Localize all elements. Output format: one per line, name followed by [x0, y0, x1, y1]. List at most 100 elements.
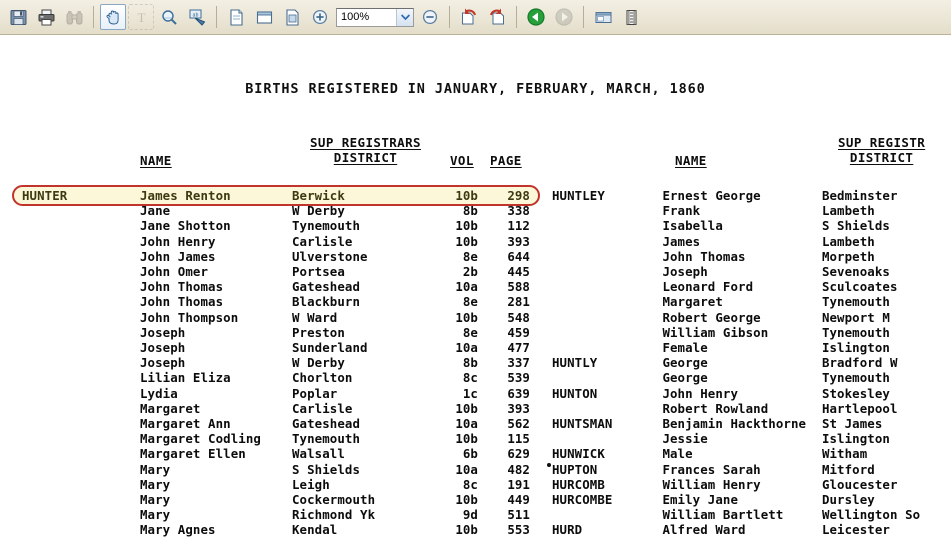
- table-row[interactable]: Margaret Ann Gateshead 10a 562: [22, 416, 530, 431]
- record-surname: [22, 234, 140, 249]
- zoom-in-button[interactable]: [307, 4, 333, 30]
- table-row[interactable]: John Omer Portsea 2b 445: [22, 264, 530, 279]
- print-icon: [38, 9, 54, 25]
- table-row[interactable]: Margaret Codling Tynemouth 10b 115: [22, 431, 530, 446]
- table-row[interactable]: Mary S Shields 10a 482: [22, 462, 530, 477]
- record-name: James: [662, 233, 701, 249]
- table-row[interactable]: HUNTLY George Bradford W: [552, 355, 951, 370]
- table-row[interactable]: Isabella S Shields: [552, 218, 951, 233]
- toolbar-group-rotate: [455, 0, 511, 34]
- table-row[interactable]: Joseph W Derby 8b 337: [22, 355, 530, 370]
- find-button[interactable]: [61, 4, 87, 30]
- zoom-level-select[interactable]: 100%: [336, 7, 414, 27]
- document-page[interactable]: BIRTHS REGISTERED IN JANUARY, FEBRUARY, …: [0, 35, 951, 539]
- table-row[interactable]: HURCOMB William Henry Gloucester: [552, 477, 951, 492]
- table-row[interactable]: Frank Lambeth: [552, 203, 951, 218]
- toolbar-separator: [516, 6, 517, 28]
- zoom-out-button[interactable]: [417, 4, 443, 30]
- record-district: Portsea: [292, 264, 345, 280]
- table-row[interactable]: Margaret Carlisle 10b 393: [22, 401, 530, 416]
- record-surname: [552, 294, 662, 309]
- table-row[interactable]: William Bartlett Wellington So: [552, 507, 951, 522]
- table-row[interactable]: Joseph Sevenoaks: [552, 264, 951, 279]
- table-row[interactable]: HUNTSMAN Benjamin Hackthorne St James: [552, 416, 951, 431]
- record-page: 482: [507, 461, 530, 477]
- table-row[interactable]: Mary Cockermouth 10b 449: [22, 492, 530, 507]
- record-page: 337: [507, 355, 530, 371]
- table-row[interactable]: Mary Richmond Yk 9d 511: [22, 507, 530, 522]
- record-name: John Omer: [140, 264, 209, 280]
- record-district: S Shields: [821, 218, 890, 234]
- table-row[interactable]: William Gibson Tynemouth: [552, 325, 951, 340]
- hand-icon: [105, 10, 119, 24]
- toolbar-group-tools: T ab: [99, 0, 211, 34]
- fit-page-icon: [285, 8, 299, 26]
- record-name: Mary: [140, 476, 171, 492]
- record-district: Ulverstone: [292, 248, 368, 264]
- rotate-right-button[interactable]: [484, 4, 510, 30]
- table-row[interactable]: John Thomas Morpeth: [552, 249, 951, 264]
- table-row[interactable]: Lydia Poplar 1c 639: [22, 386, 530, 401]
- table-row[interactable]: John Thompson W Ward 10b 548: [22, 310, 530, 325]
- next-button[interactable]: [551, 4, 577, 30]
- record-surname: [22, 416, 140, 431]
- print-button[interactable]: [33, 4, 59, 30]
- table-row[interactable]: HUNTER James Renton Berwick 10b 298: [22, 188, 530, 203]
- record-surname: [552, 431, 662, 446]
- table-row[interactable]: Joseph Sunderland 10a 477: [22, 340, 530, 355]
- single-page-button[interactable]: [223, 4, 249, 30]
- record-vol: 9d: [462, 507, 478, 523]
- table-row[interactable]: HUNTLEY Ernest George Bedminster: [552, 188, 951, 203]
- table-row[interactable]: Robert George Newport M: [552, 310, 951, 325]
- save-button[interactable]: [5, 4, 31, 30]
- record-surname: [552, 249, 662, 264]
- table-row[interactable]: George Tynemouth: [552, 370, 951, 385]
- chevron-down-icon[interactable]: [396, 8, 413, 26]
- record-district: Gloucester: [821, 476, 898, 492]
- table-row[interactable]: Robert Rowland Hartlepool: [552, 401, 951, 416]
- record-district: Blackburn: [292, 294, 361, 310]
- record-surname: HUNTSMAN: [552, 416, 613, 432]
- previous-button[interactable]: [523, 4, 549, 30]
- table-row[interactable]: HUNWICK Male Witham: [552, 446, 951, 461]
- fit-page-button[interactable]: [279, 4, 305, 30]
- zoom-tool-button[interactable]: [156, 4, 182, 30]
- table-row[interactable]: John James Ulverstone 8e 644: [22, 249, 530, 264]
- rotate-left-button[interactable]: [456, 4, 482, 30]
- table-row[interactable]: Female Islington: [552, 340, 951, 355]
- record-name: Frances Sarah: [662, 461, 761, 477]
- column-header-right-name: NAME: [675, 153, 707, 168]
- table-row[interactable]: John Thomas Blackburn 8e 281: [22, 294, 530, 309]
- fit-width-icon: [256, 10, 272, 24]
- table-row[interactable]: John Thomas Gateshead 10a 588: [22, 279, 530, 294]
- record-district: Hartlepool: [821, 400, 898, 416]
- snapshot-button[interactable]: ab: [184, 4, 210, 30]
- table-row[interactable]: Joseph Preston 8e 459: [22, 325, 530, 340]
- page-view-button[interactable]: [590, 4, 616, 30]
- record-name: Ernest George: [662, 188, 761, 203]
- table-row[interactable]: Leonard Ford Sculcoates: [552, 279, 951, 294]
- text-select-button[interactable]: T: [128, 4, 154, 30]
- record-surname: [22, 355, 140, 370]
- table-row[interactable]: HUPTON Frances Sarah Mitford: [552, 462, 951, 477]
- table-row[interactable]: Mary Leigh 8c 191: [22, 477, 530, 492]
- table-row[interactable]: John Henry Carlisle 10b 393: [22, 234, 530, 249]
- table-row[interactable]: HURD Alfred Ward Leicester: [552, 522, 951, 537]
- filmstrip-button[interactable]: [618, 4, 644, 30]
- table-row[interactable]: HURCOMBE Emily Jane Dursley: [552, 492, 951, 507]
- table-row[interactable]: Mary Agnes Kendal 10b 553: [22, 522, 530, 537]
- record-vol: 10a: [455, 461, 478, 477]
- record-name: William Gibson: [662, 324, 769, 340]
- table-row[interactable]: James Lambeth: [552, 234, 951, 249]
- table-row[interactable]: Jane Shotton Tynemouth 10b 112: [22, 218, 530, 233]
- table-row[interactable]: Margaret Ellen Walsall 6b 629: [22, 446, 530, 461]
- table-row[interactable]: Lilian Eliza Chorlton 8c 539: [22, 370, 530, 385]
- record-page: 449: [507, 492, 530, 508]
- record-district: Leigh: [292, 476, 330, 492]
- fit-width-button[interactable]: [251, 4, 277, 30]
- pan-tool-button[interactable]: [100, 4, 126, 30]
- table-row[interactable]: HUNTON John Henry Stokesley: [552, 386, 951, 401]
- record-district: Berwick: [292, 188, 345, 203]
- table-row[interactable]: Jessie Islington: [552, 431, 951, 446]
- table-row[interactable]: Margaret Tynemouth: [552, 294, 951, 309]
